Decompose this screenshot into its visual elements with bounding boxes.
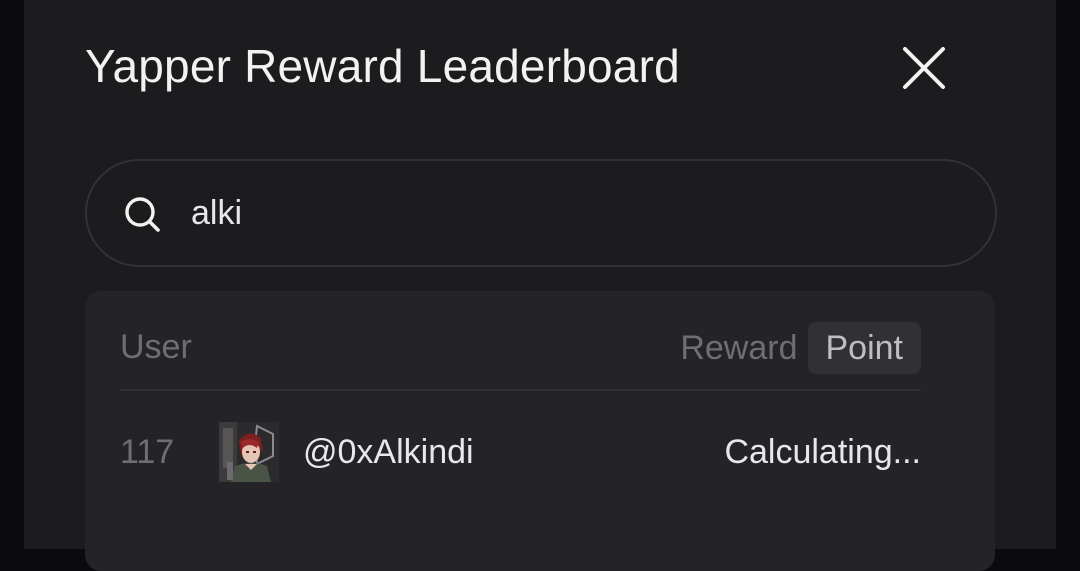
close-icon [903, 47, 945, 89]
search-icon [125, 197, 160, 232]
row-rank: 117 [120, 433, 175, 471]
tab-reward[interactable]: Reward [680, 328, 807, 368]
avatar [219, 422, 279, 482]
row-reward-value: Calculating... [724, 433, 921, 471]
table-row[interactable]: 117 @0xAlkindi Calculating... [120, 421, 921, 483]
column-header-user: User [120, 328, 192, 366]
leaderboard-table: User Reward Point 117 @0xAlkindi Calcula… [85, 291, 995, 571]
header-divider [120, 389, 921, 391]
sort-tabs: Reward Point [680, 322, 921, 374]
search-box [85, 159, 997, 267]
tab-point[interactable]: Point [807, 322, 921, 374]
leaderboard-modal: Yapper Reward Leaderboard User Reward Po… [24, 0, 1056, 571]
search-input[interactable] [191, 189, 951, 237]
close-button[interactable] [894, 38, 954, 98]
row-username[interactable]: @0xAlkindi [303, 432, 474, 472]
modal-title: Yapper Reward Leaderboard [85, 40, 680, 92]
